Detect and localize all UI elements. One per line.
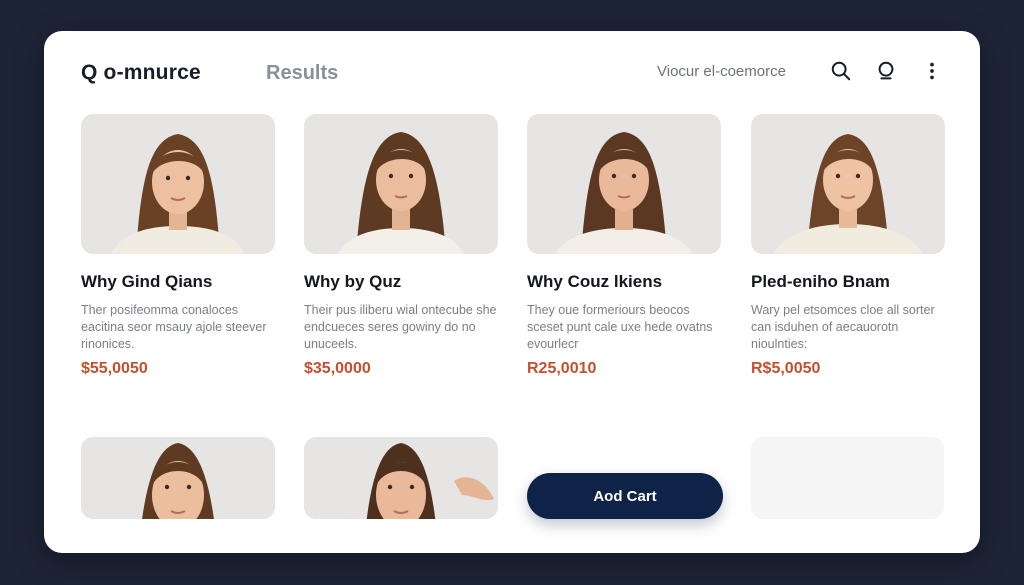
search-icon[interactable] xyxy=(829,59,853,83)
product-card[interactable]: Why by Quz Their pus iliberu wial ontecu… xyxy=(304,114,498,378)
product-card[interactable]: Why Couz lkiens They oue formeriours beo… xyxy=(527,114,721,378)
product-description: Their pus iliberu wial ontecube she endc… xyxy=(304,303,497,351)
brand-icon: Q xyxy=(81,61,98,84)
product-title[interactable]: Why by Quz xyxy=(304,272,498,292)
add-cart-button[interactable]: Aod Cart xyxy=(527,473,723,519)
tab-results[interactable]: Results xyxy=(266,62,338,85)
product-title[interactable]: Why Gind Qians xyxy=(81,272,275,292)
product-image[interactable] xyxy=(304,437,498,519)
header: Q o-mnurce Results Viocur el-coemorce xyxy=(44,31,980,111)
product-image[interactable] xyxy=(81,114,275,254)
product-image[interactable] xyxy=(304,114,498,254)
product-card[interactable]: Why Gind Qians Ther posifeomma conaloces… xyxy=(81,114,275,378)
store-link[interactable]: Viocur el-coemorce xyxy=(657,63,786,80)
product-price: $35,0000 xyxy=(304,360,371,377)
brand-logo[interactable]: Q o-mnurce xyxy=(81,61,201,85)
product-description: Ther posifeomma conaloces eacitina seor … xyxy=(81,303,267,351)
product-description: They oue formeriours beocos sceset punt … xyxy=(527,303,713,351)
product-card[interactable]: Pled-eniho Bnam Wary pel etsomces cloe a… xyxy=(751,114,945,378)
product-title[interactable]: Pled-eniho Bnam xyxy=(751,272,945,292)
product-description: Wary pel etsomces cloe all sorter can is… xyxy=(751,303,935,351)
product-image[interactable] xyxy=(751,114,945,254)
results-panel: Q o-mnurce Results Viocur el-coemorce Wh… xyxy=(44,31,980,553)
product-title[interactable]: Why Couz lkiens xyxy=(527,272,721,292)
product-image[interactable] xyxy=(81,437,275,519)
more-vertical-icon[interactable] xyxy=(920,59,944,83)
user-icon[interactable] xyxy=(874,59,898,83)
brand-name: o-mnurce xyxy=(103,61,201,84)
product-price: R$5,0050 xyxy=(751,360,821,377)
product-price: R25,0010 xyxy=(527,360,597,377)
product-price: $55,0050 xyxy=(81,360,148,377)
product-placeholder xyxy=(751,437,944,519)
product-image[interactable] xyxy=(527,114,721,254)
